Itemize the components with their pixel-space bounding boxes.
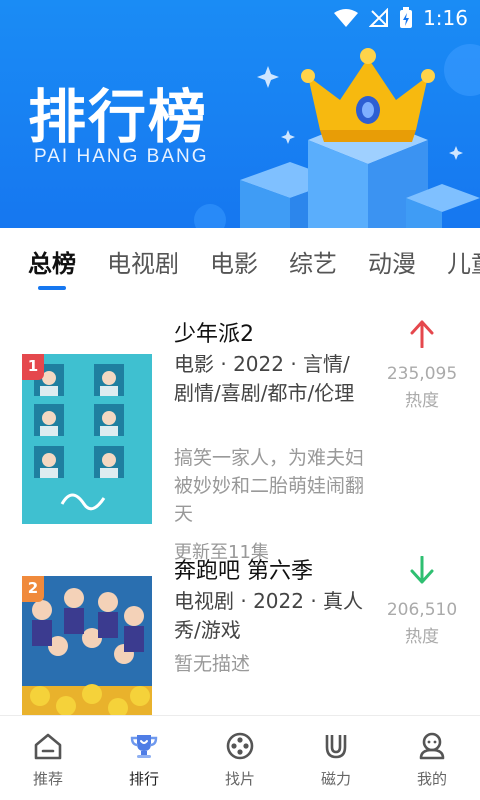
rank-badge: 1 [22, 354, 44, 380]
trophy-icon [130, 735, 158, 758]
tab-movies[interactable]: 电影 [210, 228, 258, 300]
poster-image[interactable]: 2 [22, 576, 152, 715]
ranking-item-1[interactable]: 1 少年派2 电影 · 2022 · 言情/剧情/喜剧/都市/伦理 搞笑一家人，… [0, 300, 480, 570]
nav-label: 我的 [416, 770, 447, 788]
tab-anime[interactable]: 动漫 [368, 228, 416, 300]
home-icon [34, 733, 62, 760]
crown-illustration [194, 44, 480, 228]
nav-magnet[interactable]: 磁力 [301, 716, 371, 789]
nav-label: 排行 [128, 770, 159, 788]
item-description: 搞笑一家人，为难夫妇被妙妙和二胎萌娃闹翻天 [174, 447, 365, 525]
ranking-list: 1 少年派2 电影 · 2022 · 言情/剧情/喜剧/都市/伦理 搞笑一家人，… [0, 300, 480, 715]
magnet-icon [325, 735, 347, 759]
item-meta: 电视剧 · 2022 · 真人秀/游戏 [174, 589, 364, 642]
heat-value: 235,095 [386, 364, 458, 384]
item-description: 暂无描述 [174, 653, 251, 675]
wifi-icon [334, 9, 359, 27]
nav-label: 找片 [224, 770, 255, 788]
tab-tv-series[interactable]: 电视剧 [107, 228, 179, 300]
nav-recommend[interactable]: 推荐 [13, 716, 83, 789]
arrow-down-icon [410, 556, 434, 584]
tab-overall[interactable]: 总榜 [28, 228, 76, 300]
ranking-item-2[interactable]: 2 奔跑吧 第六季 电视剧 · 2022 · 真人秀/游戏 暂无描述 206,5… [0, 556, 480, 715]
poster-image[interactable]: 1 [22, 354, 152, 524]
item-title[interactable]: 少年派2 [174, 316, 254, 348]
nav-find-films[interactable]: 找片 [205, 716, 275, 789]
film-reel-icon [226, 732, 254, 760]
ranking-banner: 1:16 排行榜 PAI HANG BANG [0, 0, 480, 228]
status-time: 1:16 [423, 6, 468, 30]
trend-indicator: 235,095 热度 [380, 320, 464, 411]
item-meta: 电影 · 2022 · 言情/剧情/喜剧/都市/伦理 [174, 352, 355, 405]
tab-kids[interactable]: 儿童 [447, 228, 480, 300]
arrow-up-icon [410, 320, 434, 348]
nav-ranking[interactable]: 排行 [109, 716, 179, 789]
item-title[interactable]: 奔跑吧 第六季 [174, 553, 313, 585]
user-icon [419, 732, 445, 760]
nav-label: 推荐 [32, 770, 63, 788]
heat-label: 热度 [405, 627, 439, 647]
nav-profile[interactable]: 我的 [397, 716, 467, 789]
rank-badge: 2 [22, 576, 44, 602]
heat-value: 206,510 [386, 600, 458, 620]
tab-variety[interactable]: 综艺 [289, 228, 337, 300]
poster-art [22, 354, 152, 524]
heat-label: 热度 [405, 391, 439, 411]
no-signal-icon [369, 8, 389, 27]
category-tabs: 总榜 电视剧 电影 综艺 动漫 儿童 [0, 228, 480, 300]
trend-indicator: 206,510 热度 [380, 556, 464, 647]
nav-label: 磁力 [320, 770, 351, 788]
bottom-navigation: 推荐 排行 找片 磁力 我的 [0, 715, 480, 800]
battery-charging-icon [400, 7, 413, 28]
